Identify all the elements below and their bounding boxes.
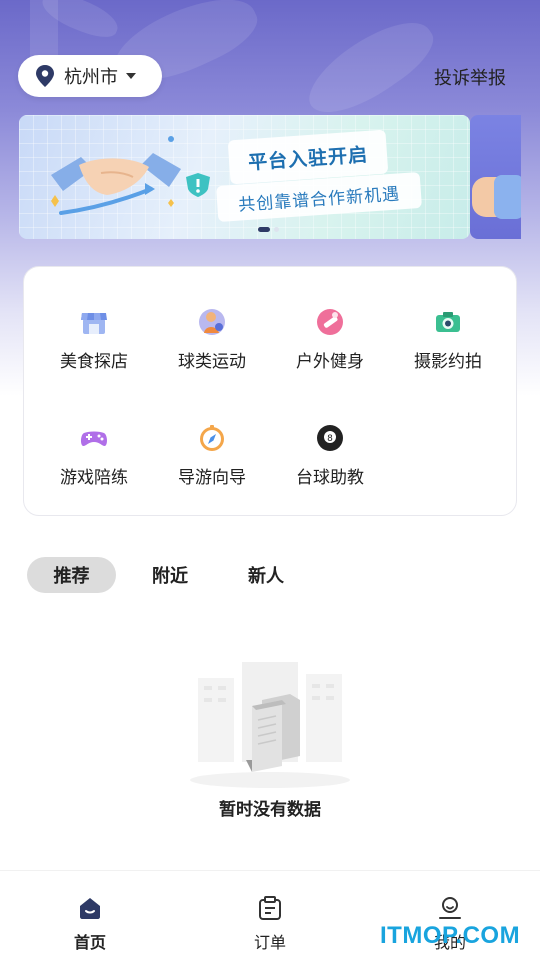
empty-state-text: 暂时没有数据 bbox=[219, 800, 321, 820]
category-gaming[interactable]: 游戏陪练 bbox=[39, 423, 149, 488]
banner-pagination bbox=[258, 227, 279, 232]
category-food[interactable]: 美食探店 bbox=[39, 307, 149, 372]
home-icon bbox=[80, 898, 100, 919]
pagination-dot-active bbox=[258, 227, 270, 232]
nav-orders[interactable]: 订单 bbox=[220, 895, 320, 953]
compass-icon bbox=[200, 425, 224, 451]
category-outdoor-fitness[interactable]: 户外健身 bbox=[275, 307, 385, 372]
tab-new[interactable]: 新人 bbox=[248, 562, 284, 588]
fitness-icon bbox=[317, 309, 343, 335]
category-ball-sports[interactable]: 球类运动 bbox=[157, 307, 267, 372]
tab-nearby[interactable]: 附近 bbox=[152, 562, 188, 588]
camera-icon bbox=[436, 312, 460, 332]
tab-recommended[interactable]: 推荐 bbox=[27, 557, 116, 593]
location-pin-icon bbox=[36, 65, 54, 87]
billiard-ball-icon: 8 bbox=[317, 425, 343, 451]
category-photography[interactable]: 摄影约拍 bbox=[393, 307, 503, 372]
nav-home[interactable]: 首页 bbox=[40, 895, 140, 953]
watermark: ITMOP.COM bbox=[380, 922, 521, 949]
pagination-dot bbox=[274, 227, 279, 232]
promo-banner-next[interactable] bbox=[470, 115, 521, 239]
ball-player-icon bbox=[199, 309, 225, 335]
chevron-down-icon bbox=[126, 73, 136, 79]
city-label: 杭州市 bbox=[64, 67, 118, 88]
category-billiards[interactable]: 8 台球助教 bbox=[275, 423, 385, 488]
banner-subtitle: 共创靠谱合作新机遇 bbox=[237, 183, 401, 216]
clipboard-icon bbox=[259, 896, 281, 920]
promo-banner[interactable]: 平台入驻开启 共创靠谱合作新机遇 bbox=[19, 115, 470, 239]
category-grid: 美食探店 球类运动 户外健身 摄影约拍 游戏陪练 导游向导 8 台球助教 bbox=[23, 266, 517, 516]
storefront-icon bbox=[81, 313, 107, 334]
handshake-icon bbox=[51, 136, 181, 215]
banner-title: 平台入驻开启 bbox=[247, 143, 369, 174]
category-tour-guide[interactable]: 导游向导 bbox=[157, 423, 267, 488]
city-selector[interactable]: 杭州市 bbox=[18, 55, 162, 97]
svg-text:8: 8 bbox=[327, 434, 333, 444]
feed-tabs: 推荐 附近 新人 bbox=[27, 557, 284, 593]
shield-icon bbox=[186, 173, 210, 197]
profile-icon bbox=[439, 897, 461, 919]
report-link[interactable]: 投诉举报 bbox=[434, 64, 506, 90]
empty-state-illustration bbox=[190, 662, 350, 788]
gamepad-icon bbox=[81, 431, 107, 447]
